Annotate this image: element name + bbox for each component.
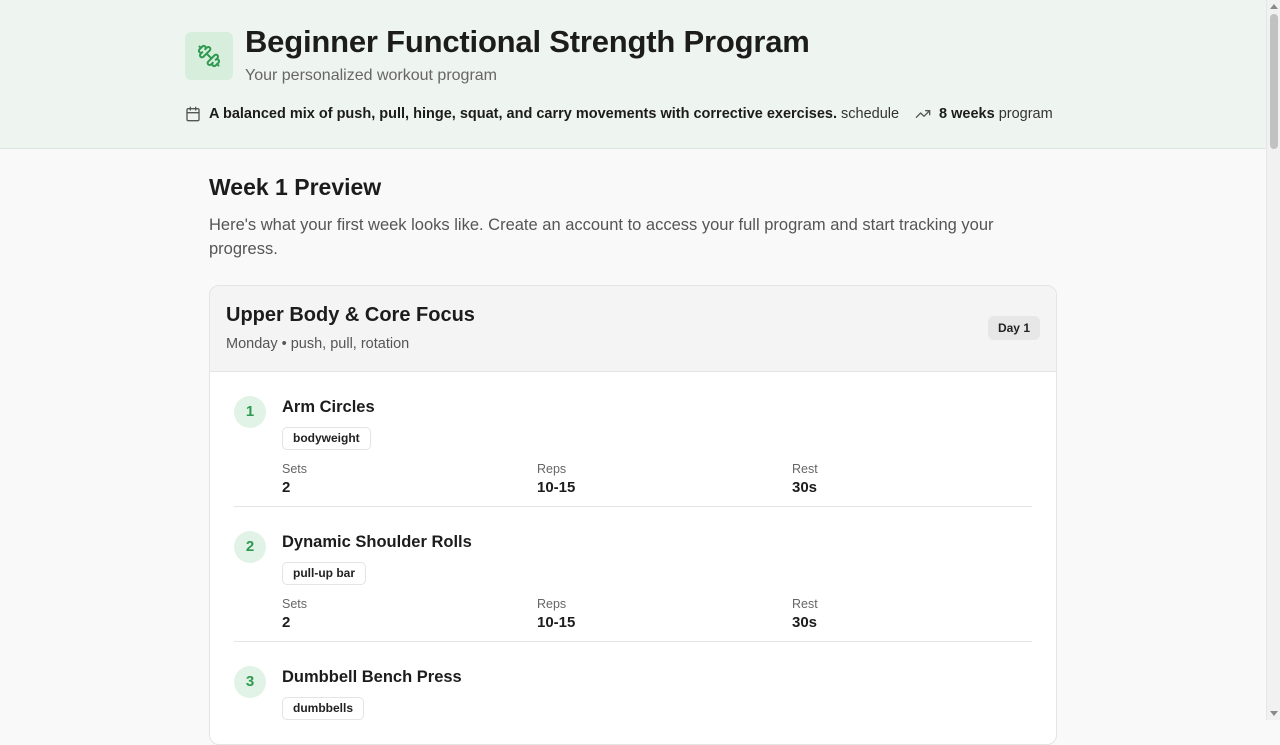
reps-value: 10-15 — [537, 614, 576, 631]
reps-label: Reps — [537, 462, 567, 476]
week-preview-description: Here's what your first week looks like. … — [209, 216, 994, 258]
rest-value: 30s — [792, 479, 818, 496]
exercise-number: 3 — [234, 666, 266, 698]
reps-label: Reps — [537, 597, 567, 611]
rest-stat: Rest 30s — [792, 596, 818, 631]
reps-value: 10-15 — [537, 479, 576, 496]
program-meta: A balanced mix of push, pull, hinge, squ… — [185, 104, 1053, 124]
page-subtitle: Your personalized workout program — [245, 67, 497, 84]
dumbbell-icon — [185, 32, 233, 80]
sets-label: Sets — [282, 597, 308, 611]
exercise-item: 1 Arm Circles bodyweight Sets 2 Reps 10-… — [234, 372, 1032, 507]
day-card: Upper Body & Core Focus Monday • push, p… — [209, 285, 1057, 745]
exercise-name: Arm Circles — [282, 398, 375, 416]
day-card-header: Upper Body & Core Focus Monday • push, p… — [210, 286, 1056, 372]
reps-stat: Reps 10-15 — [537, 461, 575, 496]
program-header: Beginner Functional Strength Program You… — [0, 0, 1266, 149]
rest-label: Rest — [792, 462, 818, 476]
exercise-name: Dumbbell Bench Press — [282, 668, 462, 686]
trending-up-icon — [915, 110, 931, 118]
sets-stat: Sets 2 — [282, 596, 307, 631]
exercise-number: 2 — [234, 531, 266, 563]
exercise-item: 2 Dynamic Shoulder Rolls pull-up bar Set… — [234, 507, 1032, 642]
schedule-label: schedule — [841, 106, 900, 122]
exercise-number: 1 — [234, 396, 266, 428]
week-preview-title: Week 1 Preview — [209, 174, 382, 200]
program-description: A balanced mix of push, pull, hinge, squ… — [209, 106, 837, 122]
equipment-tag: pull-up bar — [282, 562, 366, 585]
program-label: program — [998, 106, 1053, 122]
sets-label: Sets — [282, 462, 308, 476]
day-badge: Day 1 — [987, 316, 1040, 340]
sets-stat: Sets 2 — [282, 461, 307, 496]
scroll-up-arrow-icon[interactable] — [1270, 4, 1278, 9]
rest-stat: Rest 30s — [792, 461, 818, 496]
sets-value: 2 — [282, 614, 291, 631]
exercise-item: 3 Dumbbell Bench Press dumbbells — [234, 642, 1032, 744]
program-duration: 8 weeks — [939, 106, 995, 122]
day-title: Upper Body & Core Focus — [226, 304, 475, 326]
scrollbar-thumb[interactable] — [1270, 14, 1278, 149]
equipment-tag: dumbbells — [282, 697, 365, 720]
page-title: Beginner Functional Strength Program — [245, 24, 810, 59]
exercise-name: Dynamic Shoulder Rolls — [282, 533, 472, 551]
rest-label: Rest — [792, 597, 818, 611]
page-scrollbar[interactable] — [1266, 0, 1280, 720]
day-subtitle: Monday • push, pull, rotation — [226, 336, 410, 352]
equipment-tag: bodyweight — [282, 427, 371, 450]
rest-value: 30s — [792, 614, 818, 631]
reps-stat: Reps 10-15 — [537, 596, 575, 631]
sets-value: 2 — [282, 479, 291, 496]
calendar-icon — [186, 106, 200, 122]
scroll-down-arrow-icon[interactable] — [1270, 711, 1278, 716]
